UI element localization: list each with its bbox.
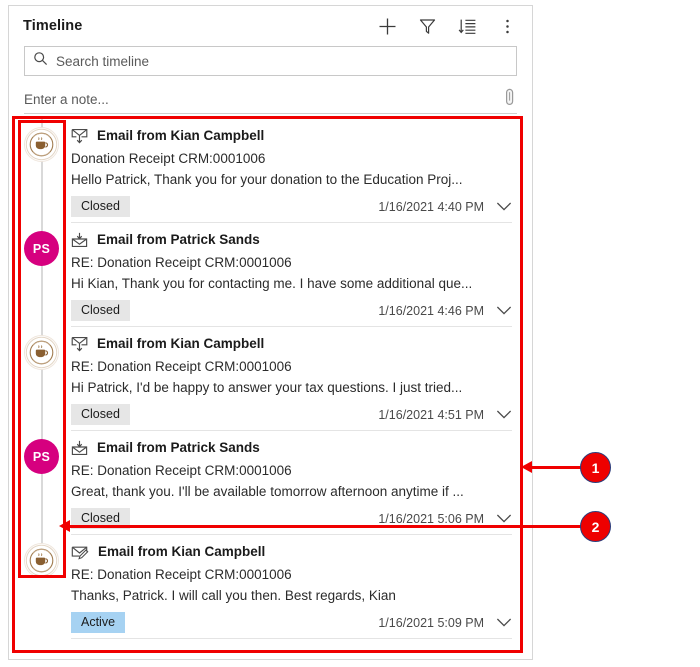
timeline-rail — [17, 535, 67, 639]
status-badge: Closed — [71, 404, 130, 425]
list-item[interactable]: PS Email from Patrick Sands RE: Donation… — [17, 223, 526, 327]
record-footer: Closed 1/16/2021 4:40 PM — [71, 196, 512, 217]
status-badge: Active — [71, 612, 126, 633]
record-footer: Closed 1/16/2021 4:51 PM — [71, 404, 512, 425]
record-preview: Great, thank you. I'll be available tomo… — [71, 484, 464, 499]
email-received-icon — [71, 440, 88, 456]
email-sent-icon — [71, 336, 88, 352]
header-actions — [376, 15, 518, 37]
search-row — [9, 46, 532, 76]
sort-icon[interactable] — [456, 15, 478, 37]
record-title-row: Email from Kian Campbell — [71, 127, 512, 145]
avatar-initials: PS — [32, 449, 51, 464]
record-preview: Hi Kian, Thank you for contacting me. I … — [71, 276, 473, 291]
list-item[interactable]: Email from Kian Campbell Donation Receip… — [17, 119, 526, 223]
record-preview: Hi Patrick, I'd be happy to answer your … — [71, 380, 463, 395]
record-separator — [71, 638, 512, 639]
record-timestamp: 1/16/2021 4:46 PM — [378, 303, 484, 318]
record-title: Email from Kian Campbell — [97, 336, 265, 351]
record-title: Email from Patrick Sands — [97, 232, 260, 247]
record-title: Email from Patrick Sands — [97, 440, 260, 455]
record-title: Email from Kian Campbell — [97, 128, 265, 143]
record-body: Email from Kian Campbell RE: Donation Re… — [67, 535, 526, 639]
record-subject: RE: Donation Receipt CRM:0001006 — [71, 567, 292, 582]
record-timestamp: 1/16/2021 4:40 PM — [378, 199, 484, 214]
page-title: Timeline — [23, 18, 83, 34]
record-subject: RE: Donation Receipt CRM:0001006 — [71, 359, 292, 374]
avatar[interactable]: PS — [24, 231, 59, 266]
search-input[interactable] — [56, 53, 508, 69]
record-subject: RE: Donation Receipt CRM:0001006 — [71, 463, 292, 478]
annotation-marker-2: 2 — [580, 511, 611, 542]
record-subject: RE: Donation Receipt CRM:0001006 — [71, 255, 292, 270]
annotation-leader-line-1 — [528, 466, 582, 469]
email-sent-icon — [71, 128, 88, 144]
filter-icon[interactable] — [416, 15, 438, 37]
status-badge: Closed — [71, 196, 130, 217]
record-footer: Closed 1/16/2021 5:06 PM — [71, 508, 512, 529]
note-input[interactable] — [24, 92, 496, 107]
record-timestamp: 1/16/2021 5:09 PM — [378, 615, 484, 630]
status-badge: Closed — [71, 508, 130, 529]
avatar[interactable] — [24, 543, 59, 578]
record-footer: Closed 1/16/2021 4:46 PM — [71, 300, 512, 321]
chevron-down-icon[interactable] — [496, 201, 512, 212]
record-body: Email from Kian Campbell Donation Receip… — [67, 119, 526, 223]
search-icon — [33, 51, 48, 71]
timeline-panel: Timeline Search timeline Enter a note...… — [8, 5, 533, 660]
record-timestamp: 1/16/2021 5:06 PM — [378, 511, 484, 526]
timeline-records-list[interactable]: Email from Kian Campbell Donation Receip… — [17, 119, 526, 647]
record-title-row: Email from Kian Campbell — [71, 335, 512, 353]
list-item[interactable]: Email from Kian Campbell RE: Donation Re… — [17, 535, 526, 639]
record-subject: Donation Receipt CRM:0001006 — [71, 151, 266, 166]
timeline-rail: PS — [17, 431, 67, 535]
status-badge: Closed — [71, 300, 130, 321]
record-title: Email from Kian Campbell — [98, 544, 266, 559]
list-item[interactable]: Email from Kian Campbell RE: Donation Re… — [17, 327, 526, 431]
more-options-icon[interactable] — [496, 15, 518, 37]
add-icon[interactable] — [376, 15, 398, 37]
record-title-row: Email from Patrick Sands — [71, 231, 512, 249]
email-draft-icon — [71, 544, 89, 560]
avatar[interactable] — [24, 335, 59, 370]
list-item[interactable]: PS Email from Patrick Sands RE: Donation… — [17, 431, 526, 535]
paperclip-icon[interactable] — [502, 88, 517, 111]
note-row — [24, 86, 517, 114]
avatar[interactable] — [24, 127, 59, 162]
timeline-rail — [17, 119, 67, 223]
chevron-down-icon[interactable] — [496, 617, 512, 628]
record-body: Email from Patrick Sands RE: Donation Re… — [67, 431, 526, 535]
search-box[interactable] — [24, 46, 517, 76]
avatar-initials: PS — [32, 241, 51, 256]
timeline-rail — [17, 327, 67, 431]
chevron-down-icon[interactable] — [496, 409, 512, 420]
record-title-row: Email from Kian Campbell — [71, 543, 512, 561]
chevron-down-icon[interactable] — [496, 305, 512, 316]
record-body: Email from Patrick Sands RE: Donation Re… — [67, 223, 526, 327]
annotation-marker-1: 1 — [580, 452, 611, 483]
timeline-connector — [41, 535, 43, 543]
record-preview: Hello Patrick, Thank you for your donati… — [71, 172, 463, 187]
avatar[interactable]: PS — [24, 439, 59, 474]
record-body: Email from Kian Campbell RE: Donation Re… — [67, 327, 526, 431]
record-timestamp: 1/16/2021 4:51 PM — [378, 407, 484, 422]
timeline-rail: PS — [17, 223, 67, 327]
panel-header: Timeline — [9, 6, 532, 46]
email-received-icon — [71, 232, 88, 248]
chevron-down-icon[interactable] — [496, 513, 512, 524]
record-title-row: Email from Patrick Sands — [71, 439, 512, 457]
record-preview: Thanks, Patrick. I will call you then. B… — [71, 588, 396, 603]
record-footer: Active 1/16/2021 5:09 PM — [71, 612, 512, 633]
